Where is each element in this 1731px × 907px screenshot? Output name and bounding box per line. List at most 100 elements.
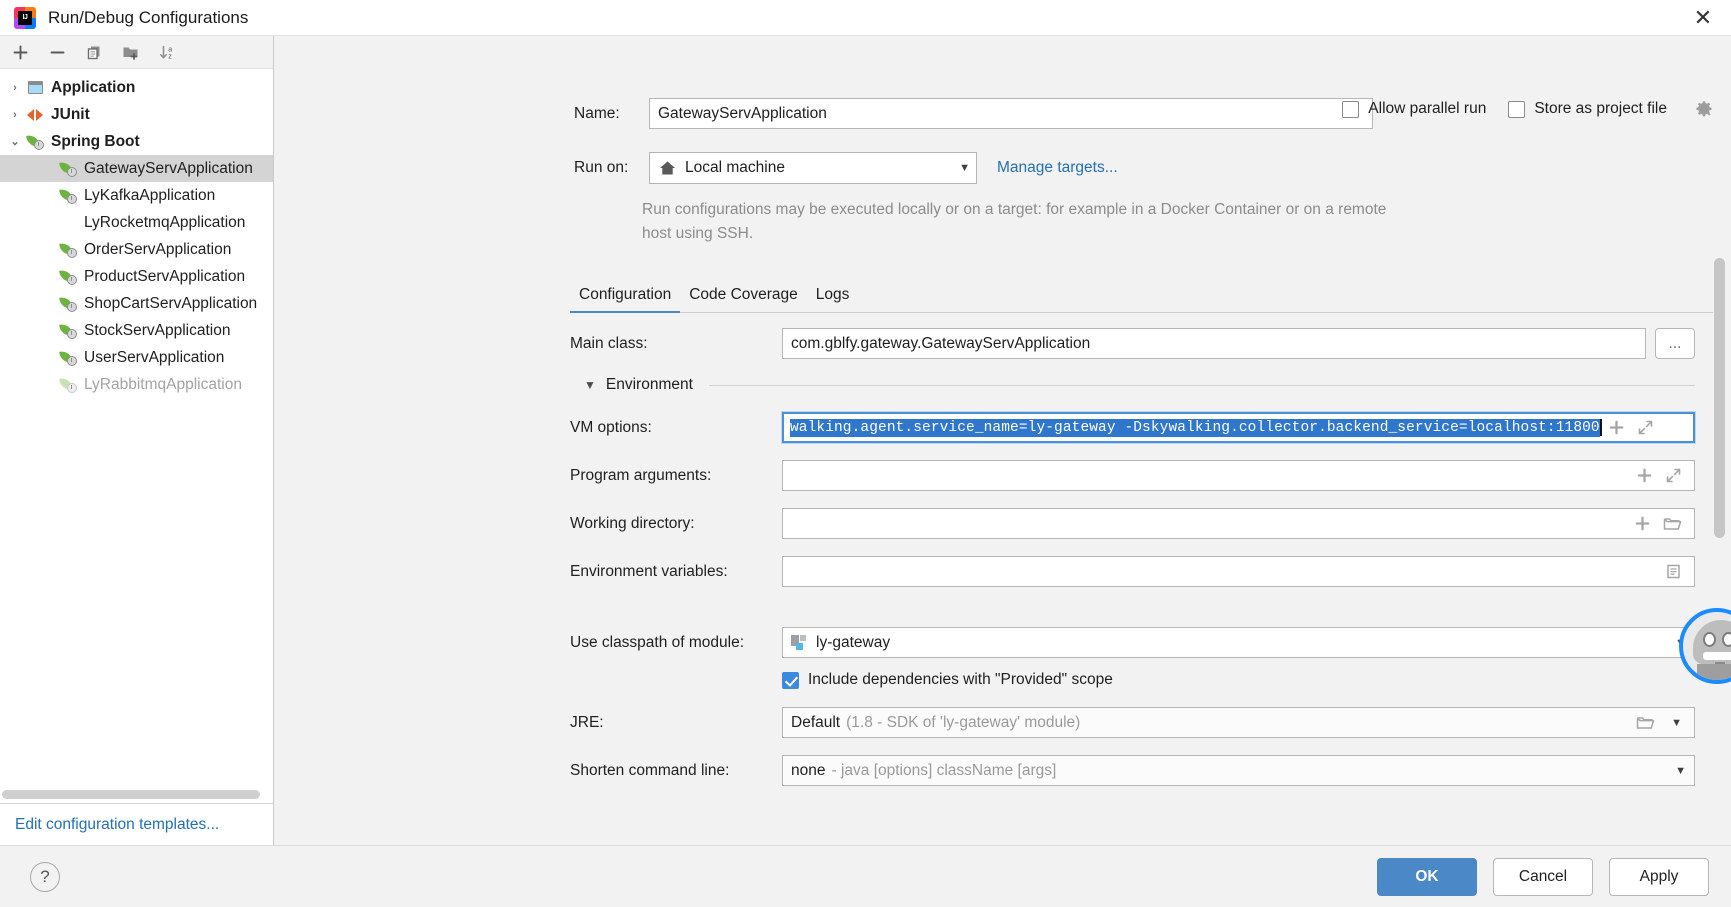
tree-item-label: OrderServApplication <box>84 240 232 258</box>
tab-logs[interactable]: Logs <box>807 286 859 312</box>
edit-configuration-templates-link[interactable]: Edit configuration templates... <box>15 816 219 834</box>
tree-group-application[interactable]: › Application <box>0 74 273 101</box>
browse-folder-icon[interactable] <box>1663 516 1682 532</box>
tree-item-gatewayservapplication[interactable]: GatewayServApplication <box>0 155 273 182</box>
tree-group-junit[interactable]: › JUnit <box>0 101 273 128</box>
configuration-editor-panel: Name: GatewayServApplication Allow paral… <box>274 36 1731 845</box>
tree-group-spring-boot[interactable]: ⌄ Spring Boot <box>0 128 273 155</box>
gear-icon[interactable] <box>1695 100 1713 118</box>
run-on-dropdown[interactable]: Local machine ▼ <box>649 152 977 184</box>
scrollbar-thumb[interactable] <box>1714 258 1725 538</box>
robot-body <box>1697 664 1731 680</box>
section-divider <box>708 384 1695 386</box>
tree-item-orderservapplication[interactable]: OrderServApplication <box>0 236 273 263</box>
chevron-down-icon[interactable]: ▼ <box>1675 765 1686 777</box>
tree-item-userservapplication[interactable]: UserServApplication <box>0 344 273 371</box>
name-input[interactable]: GatewayServApplication <box>649 98 1373 129</box>
chevron-down-icon[interactable]: ⌄ <box>6 135 24 148</box>
environment-section-header[interactable]: ▼ Environment <box>584 376 1695 394</box>
run-debug-configurations-dialog: IJ Run/Debug Configurations ✕ a z › Appl… <box>0 0 1731 907</box>
shorten-command-line-label: Shorten command line: <box>570 761 730 779</box>
spring-boot-icon <box>57 268 79 285</box>
tree-item-label: GatewayServApplication <box>84 159 253 177</box>
svg-text:a: a <box>168 46 172 53</box>
ellipsis-icon: ... <box>1668 334 1682 352</box>
environment-variables-input[interactable] <box>782 556 1695 587</box>
configurations-tree[interactable]: › Application › JUnit ⌄ Spring Boot Gate… <box>0 69 273 787</box>
help-button[interactable]: ? <box>30 861 60 892</box>
jre-dropdown[interactable]: Default (1.8 - SDK of 'ly-gateway' modul… <box>782 707 1695 738</box>
ok-button[interactable]: OK <box>1377 857 1477 896</box>
jre-value: Default <box>791 713 841 731</box>
tree-item-productservapplication[interactable]: ProductServApplication <box>0 263 273 290</box>
shorten-command-line-dropdown[interactable]: none - java [options] className [args] ▼ <box>782 755 1695 786</box>
remove-configuration-button[interactable] <box>45 40 69 64</box>
run-on-row: Run on: Local machine ▼ Manage targets..… <box>574 152 1118 184</box>
tree-item-label: UserServApplication <box>84 348 225 366</box>
copy-configuration-button[interactable] <box>82 40 106 64</box>
name-row: Name: GatewayServApplication <box>574 98 1373 129</box>
tree-item-lyrocketmqapplication[interactable]: LyRocketmqApplication <box>0 209 273 236</box>
include-dependencies-checkbox[interactable]: Include dependencies with "Provided" sco… <box>782 671 1113 689</box>
tree-item-shopcartservapplication[interactable]: ShopCartServApplication <box>0 290 273 317</box>
apply-button[interactable]: Apply <box>1609 857 1709 896</box>
configurations-panel: a z › Application › JUnit ⌄ Spring Boot … <box>0 36 274 845</box>
store-as-project-file-checkbox[interactable]: Store as project file <box>1508 100 1667 118</box>
edit-variables-icon[interactable] <box>1665 563 1682 580</box>
insert-macro-icon[interactable] <box>1634 515 1651 532</box>
tree-group-label: Application <box>51 78 136 96</box>
tree-group-label: JUnit <box>51 105 90 123</box>
environment-label: Environment <box>605 376 693 393</box>
manage-targets-link[interactable]: Manage targets... <box>997 159 1118 177</box>
tab-code-coverage[interactable]: Code Coverage <box>680 286 807 312</box>
main-class-input[interactable]: com.gblfy.gateway.GatewayServApplication <box>782 328 1646 359</box>
dialog-title: Run/Debug Configurations <box>48 7 249 27</box>
run-on-hint: Run configurations may be executed local… <box>642 201 1387 242</box>
allow-parallel-run-label: Allow parallel run <box>1368 100 1487 117</box>
tree-item-label: LyRabbitmqApplication <box>84 375 242 393</box>
spring-boot-icon <box>57 160 79 177</box>
checkbox-box[interactable] <box>782 671 799 689</box>
spring-boot-icon <box>57 322 79 339</box>
tree-item-label: ShopCartServApplication <box>84 294 258 312</box>
tab-configuration[interactable]: Configuration <box>570 286 681 313</box>
chevron-right-icon[interactable]: › <box>6 82 24 94</box>
cancel-button[interactable]: Cancel <box>1493 857 1593 896</box>
robot-eye-right <box>1722 632 1731 647</box>
insert-macro-icon[interactable] <box>1636 467 1653 484</box>
tree-item-lyrabbitmqapplication[interactable]: LyRabbitmqApplication <box>0 371 273 398</box>
application-icon <box>24 81 46 94</box>
add-configuration-button[interactable] <box>8 40 32 64</box>
expand-editor-icon[interactable] <box>1665 467 1682 484</box>
working-directory-input[interactable] <box>782 508 1695 539</box>
use-classpath-label: Use classpath of module: <box>570 633 745 651</box>
checkbox-box[interactable] <box>1342 100 1360 118</box>
use-classpath-dropdown[interactable]: ly-gateway ▼ <box>782 627 1695 658</box>
expand-editor-icon[interactable] <box>1637 419 1654 436</box>
spring-boot-icon <box>57 295 79 312</box>
name-input-value: GatewayServApplication <box>658 104 827 122</box>
chevron-right-icon[interactable]: › <box>6 109 24 121</box>
browse-main-class-button[interactable]: ... <box>1655 328 1695 359</box>
tree-item-lykafkaapplication[interactable]: LyKafkaApplication <box>0 182 273 209</box>
program-arguments-input[interactable] <box>782 460 1695 491</box>
browse-folder-icon[interactable] <box>1636 715 1655 731</box>
shorten-command-line-hint: - java [options] className [args] <box>831 761 1057 779</box>
chevron-down-icon[interactable]: ▼ <box>1671 717 1682 729</box>
sort-configurations-button[interactable]: a z <box>156 40 180 64</box>
tree-item-stockservapplication[interactable]: StockServApplication <box>0 317 273 344</box>
chevron-down-icon[interactable]: ▼ <box>584 378 596 392</box>
scrollbar-thumb[interactable] <box>2 790 260 799</box>
spring-boot-icon <box>57 241 79 258</box>
close-icon[interactable]: ✕ <box>1675 0 1731 36</box>
tree-horizontal-scrollbar[interactable] <box>0 787 273 803</box>
shorten-command-line-value: none <box>791 761 826 779</box>
allow-parallel-run-checkbox[interactable]: Allow parallel run <box>1342 100 1486 118</box>
new-folder-button[interactable] <box>119 40 143 64</box>
use-classpath-row: Use classpath of module: ly-gateway ▼ <box>570 627 1695 658</box>
insert-macro-icon[interactable] <box>1608 419 1625 436</box>
checkbox-box[interactable] <box>1508 100 1526 118</box>
chevron-down-icon[interactable]: ▼ <box>949 162 970 174</box>
program-arguments-label: Program arguments: <box>570 466 712 484</box>
vm-options-input[interactable]: walking.agent.service_name=ly-gateway -D… <box>782 412 1695 443</box>
